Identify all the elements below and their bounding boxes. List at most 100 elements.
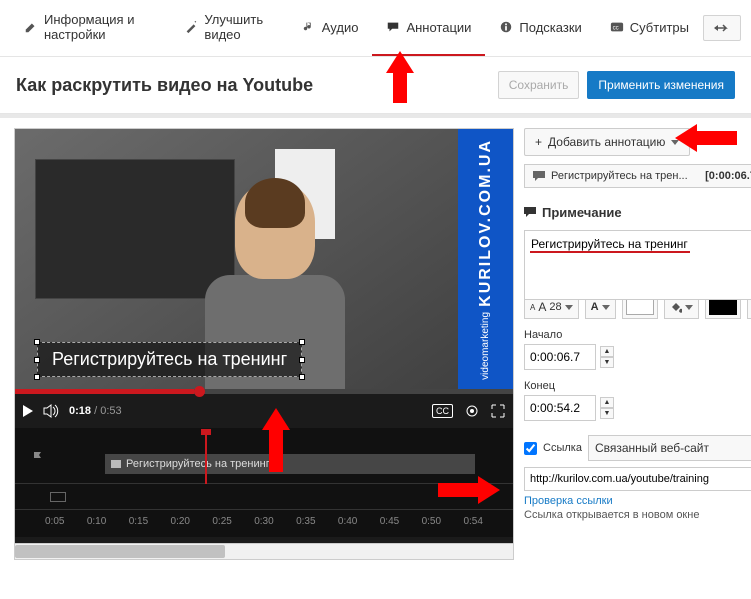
chevron-down-icon — [602, 305, 610, 310]
link-checkbox[interactable] — [524, 442, 537, 455]
overlay-text: Регистрируйтесь на тренинг — [52, 349, 287, 369]
start-stepper: ▲ ▼ — [600, 346, 614, 368]
stepper-up[interactable]: ▲ — [600, 397, 614, 408]
tab-audio[interactable]: Аудио — [288, 0, 373, 56]
duration: 0:53 — [100, 405, 121, 417]
speech-icon — [533, 171, 545, 181]
note-title: Примечание — [542, 205, 622, 220]
info-icon — [499, 20, 513, 34]
video-brand-strip: KURILOV.COM.UA videomarketing — [458, 129, 513, 389]
brand-tagline: videomarketing — [480, 312, 491, 380]
start-time-input[interactable] — [524, 344, 596, 370]
fullscreen-icon[interactable] — [491, 404, 505, 418]
tick: 0:54 — [463, 516, 482, 527]
tab-info[interactable]: Информация и настройки — [10, 0, 170, 56]
tick: 0:25 — [212, 516, 231, 527]
chevron-down-icon — [685, 305, 693, 310]
loop-track[interactable] — [15, 484, 513, 510]
main-area: KURILOV.COM.UA videomarketing Регистриру… — [0, 114, 751, 570]
link-type-value: Связанный веб-сайт — [595, 441, 709, 455]
font-size-icon: A — [530, 303, 535, 312]
video-preview[interactable]: KURILOV.COM.UA videomarketing Регистриру… — [15, 129, 513, 389]
tick: 0:05 — [45, 516, 64, 527]
back-button[interactable] — [703, 15, 741, 41]
clip-label: Регистрируйтесь на тренинг — [126, 458, 270, 470]
plus-icon: + — [535, 135, 542, 149]
current-time: 0:18 — [69, 405, 91, 417]
tick: 0:15 — [129, 516, 148, 527]
volume-icon[interactable] — [43, 404, 59, 418]
tick: 0:50 — [422, 516, 441, 527]
player-controls: 0:18 / 0:53 CC — [15, 394, 513, 428]
tick: 0:10 — [87, 516, 106, 527]
tab-label: Аудио — [322, 20, 359, 35]
brand-url: KURILOV.COM.UA — [477, 139, 495, 307]
timeline-clip[interactable]: Регистрируйтесь на тренинг — [105, 454, 475, 474]
save-button[interactable]: Сохранить — [498, 71, 580, 99]
link-row: Ссылка Связанный веб-сайт — [524, 435, 751, 461]
end-time-row: ▲ ▼ — [524, 395, 751, 421]
add-label: Добавить аннотацию — [548, 135, 665, 149]
title-bar: Как раскрутить видео на Youtube Сохранит… — [0, 57, 751, 114]
start-label: Начало — [524, 329, 751, 341]
time-ruler: 0:05 0:10 0:15 0:20 0:25 0:30 0:35 0:40 … — [15, 510, 513, 537]
tab-label: Информация и настройки — [44, 12, 156, 42]
svg-text:cc: cc — [612, 25, 618, 32]
add-annotation-button[interactable]: + Добавить аннотацию — [524, 128, 690, 156]
end-stepper: ▲ ▼ — [600, 397, 614, 419]
player-column: KURILOV.COM.UA videomarketing Регистриру… — [14, 128, 514, 560]
flag-icon — [33, 452, 43, 464]
annotation-overlay[interactable]: Регистрируйтесь на тренинг — [37, 342, 302, 377]
timeline: Регистрируйтесь на тренинг 0:05 0:10 0:1… — [15, 428, 513, 537]
annotation-list-item[interactable]: Регистрируйтесь на трен... [0:00:06.7] — [524, 164, 751, 188]
playhead[interactable] — [205, 434, 207, 484]
seek-bar[interactable] — [15, 389, 513, 394]
time-display: 0:18 / 0:53 — [69, 405, 122, 417]
horizontal-scrollbar[interactable] — [15, 543, 513, 559]
cc-button[interactable]: CC — [432, 404, 453, 418]
page-title: Как раскрутить видео на Youtube — [16, 75, 313, 96]
tab-cards[interactable]: Подсказки — [485, 0, 595, 56]
annotation-track[interactable]: Регистрируйтесь на тренинг — [15, 434, 513, 484]
stepper-down[interactable]: ▼ — [600, 357, 614, 368]
tab-subtitles[interactable]: cc Субтитры — [596, 0, 703, 56]
annotation-panel: + Добавить аннотацию Регистрируйтесь на … — [522, 128, 751, 560]
start-time-row: ▲ ▼ — [524, 344, 751, 370]
stepper-up[interactable]: ▲ — [600, 346, 614, 357]
note-icon — [302, 20, 316, 34]
tick: 0:30 — [254, 516, 273, 527]
tick: 0:35 — [296, 516, 315, 527]
editor-tabs: Информация и настройки Улучшить видео Ау… — [0, 0, 751, 57]
tab-label: Субтитры — [630, 20, 689, 35]
check-link-button[interactable]: Проверка ссылки — [524, 495, 751, 507]
item-label: Регистрируйтесь на трен... — [551, 170, 688, 182]
link-type-select[interactable]: Связанный веб-сайт — [588, 435, 751, 461]
tab-annotations[interactable]: Аннотации — [372, 0, 485, 56]
tick: 0:45 — [380, 516, 399, 527]
end-time-input[interactable] — [524, 395, 596, 421]
loop-icon — [50, 492, 66, 502]
pencil-icon — [24, 20, 38, 34]
settings-icon[interactable] — [465, 404, 479, 418]
wand-icon — [184, 20, 198, 34]
speech-icon — [524, 207, 536, 217]
note-section-header: Примечание — [524, 200, 751, 224]
tick: 0:40 — [338, 516, 357, 527]
speech-icon — [111, 460, 121, 468]
link-label: Ссылка — [543, 442, 582, 454]
tab-improve[interactable]: Улучшить видео — [170, 0, 287, 56]
link-note: Ссылка открывается в новом окне — [524, 509, 751, 521]
end-label: Конец — [524, 380, 751, 392]
tick: 0:20 — [171, 516, 190, 527]
apply-button[interactable]: Применить изменения — [587, 71, 735, 99]
chevron-down-icon — [565, 305, 573, 310]
item-time: [0:00:06.7] — [705, 170, 751, 182]
play-icon[interactable] — [23, 405, 33, 417]
cc-icon: cc — [610, 20, 624, 34]
tab-label: Подсказки — [519, 20, 581, 35]
link-url-input[interactable] — [524, 467, 751, 491]
annotation-text-input[interactable] — [524, 230, 751, 300]
tab-label: Улучшить видео — [204, 12, 273, 42]
stepper-down[interactable]: ▼ — [600, 408, 614, 419]
chevron-down-icon — [671, 140, 679, 145]
